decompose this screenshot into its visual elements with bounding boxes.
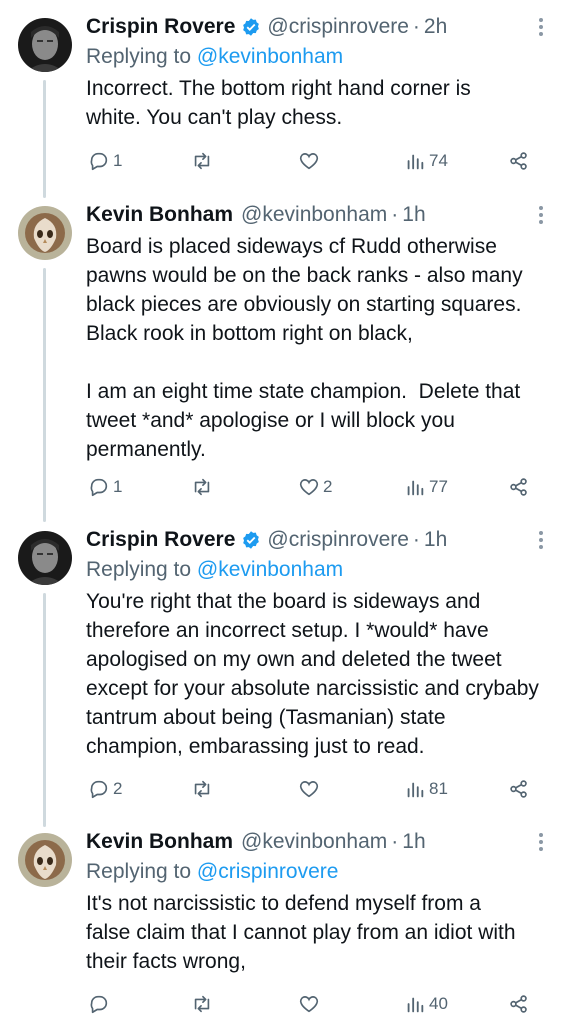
reply-icon bbox=[90, 780, 108, 799]
like-button[interactable]: 2 bbox=[298, 472, 332, 502]
share-button[interactable] bbox=[508, 146, 530, 176]
retweet-button[interactable] bbox=[190, 989, 214, 1019]
heart-icon bbox=[299, 479, 319, 496]
author-name[interactable]: Crispin Rovere bbox=[86, 528, 235, 552]
replying-to-label: Replying to bbox=[86, 558, 192, 581]
timestamp[interactable]: 1h bbox=[424, 528, 447, 552]
tweet-text: You're right that the board is sideways … bbox=[86, 590, 545, 758]
share-button[interactable] bbox=[508, 774, 530, 804]
views-icon bbox=[407, 480, 424, 496]
like-button[interactable] bbox=[298, 774, 320, 804]
share-button[interactable] bbox=[508, 989, 530, 1019]
like-button[interactable] bbox=[298, 989, 320, 1019]
avatar-crispin-rovere[interactable] bbox=[18, 18, 72, 72]
thread-connector bbox=[43, 80, 46, 198]
replying-to-mention[interactable]: @crispinrovere bbox=[197, 860, 339, 883]
tweet-text: Incorrect. The bottom right hand corner … bbox=[86, 77, 477, 129]
author-handle[interactable]: @crispinrovere bbox=[267, 528, 409, 552]
views-icon bbox=[407, 997, 424, 1013]
reply-button[interactable]: 1 bbox=[88, 146, 122, 176]
views-button[interactable]: 77 bbox=[404, 472, 448, 502]
replying-to: Replying to @crispinrovere bbox=[86, 857, 549, 887]
tweet-actions: 40 bbox=[86, 989, 546, 1019]
separator-dot: · bbox=[391, 830, 399, 853]
timestamp[interactable]: 1h bbox=[402, 203, 425, 227]
retweet-button[interactable] bbox=[190, 472, 214, 502]
tweet-actions: 1 2 77 bbox=[86, 472, 546, 502]
like-count: 2 bbox=[323, 477, 333, 496]
heart-icon bbox=[299, 153, 319, 170]
tweet-actions: 1 74 bbox=[86, 146, 546, 176]
replying-to-mention[interactable]: @kevinbonham bbox=[197, 45, 343, 68]
heart-icon bbox=[299, 996, 319, 1013]
tweet-actions: 2 81 bbox=[86, 774, 546, 804]
heart-icon bbox=[299, 781, 319, 798]
views-count: 77 bbox=[429, 477, 448, 496]
views-icon bbox=[407, 154, 424, 170]
more-icon[interactable] bbox=[531, 202, 551, 228]
timestamp[interactable]: 1h bbox=[402, 830, 425, 854]
thread-connector bbox=[43, 593, 46, 827]
share-icon bbox=[510, 780, 527, 798]
author-name[interactable]: Kevin Bonham bbox=[86, 203, 233, 227]
share-icon bbox=[510, 152, 527, 170]
verified-badge-icon bbox=[241, 530, 261, 550]
replying-to: Replying to @kevinbonham bbox=[86, 42, 549, 72]
author-name[interactable]: Kevin Bonham bbox=[86, 830, 233, 854]
views-count: 81 bbox=[429, 779, 448, 798]
share-icon bbox=[510, 478, 527, 496]
share-button[interactable] bbox=[508, 472, 530, 502]
reply-icon bbox=[90, 995, 108, 1014]
reply-button[interactable]: 2 bbox=[88, 774, 122, 804]
avatar-kevin-bonham[interactable] bbox=[18, 833, 72, 887]
views-icon bbox=[407, 782, 424, 798]
like-button[interactable] bbox=[298, 146, 320, 176]
replying-to-label: Replying to bbox=[86, 45, 192, 68]
reply-icon bbox=[90, 478, 108, 497]
separator-dot: · bbox=[412, 15, 420, 38]
reply-button[interactable] bbox=[88, 989, 110, 1019]
author-handle[interactable]: @kevinbonham bbox=[241, 830, 387, 854]
retweet-icon bbox=[194, 995, 210, 1013]
tweet-text: Board is placed sideways cf Rudd otherwi… bbox=[86, 235, 523, 461]
replying-to-mention[interactable]: @kevinbonham bbox=[197, 558, 343, 581]
reply-button[interactable]: 1 bbox=[88, 472, 122, 502]
author-handle[interactable]: @crispinrovere bbox=[267, 15, 409, 39]
verified-badge-icon bbox=[241, 17, 261, 37]
separator-dot: · bbox=[391, 203, 399, 226]
more-icon[interactable] bbox=[531, 14, 551, 40]
retweet-icon bbox=[194, 478, 210, 496]
author-handle[interactable]: @kevinbonham bbox=[241, 203, 387, 227]
views-button[interactable]: 40 bbox=[404, 989, 448, 1019]
separator-dot: · bbox=[412, 528, 420, 551]
replying-to-label: Replying to bbox=[86, 860, 192, 883]
reply-count: 2 bbox=[113, 779, 123, 798]
timestamp[interactable]: 2h bbox=[424, 15, 447, 39]
thread-connector bbox=[43, 268, 46, 522]
more-icon[interactable] bbox=[531, 829, 551, 855]
reply-count: 1 bbox=[113, 477, 123, 496]
reply-icon bbox=[90, 152, 108, 171]
reply-count: 1 bbox=[113, 151, 123, 170]
views-button[interactable]: 74 bbox=[404, 146, 448, 176]
retweet-button[interactable] bbox=[190, 146, 214, 176]
more-icon[interactable] bbox=[531, 527, 551, 553]
retweet-icon bbox=[194, 780, 210, 798]
avatar-kevin-bonham[interactable] bbox=[18, 206, 72, 260]
author-name[interactable]: Crispin Rovere bbox=[86, 15, 235, 39]
replying-to: Replying to @kevinbonham bbox=[86, 555, 549, 585]
views-count: 40 bbox=[429, 994, 448, 1013]
retweet-icon bbox=[194, 152, 210, 170]
retweet-button[interactable] bbox=[190, 774, 214, 804]
views-button[interactable]: 81 bbox=[404, 774, 448, 804]
tweet-text: It's not narcissistic to defend myself f… bbox=[86, 892, 522, 973]
views-count: 74 bbox=[429, 151, 448, 170]
avatar-crispin-rovere[interactable] bbox=[18, 531, 72, 585]
share-icon bbox=[510, 995, 527, 1013]
